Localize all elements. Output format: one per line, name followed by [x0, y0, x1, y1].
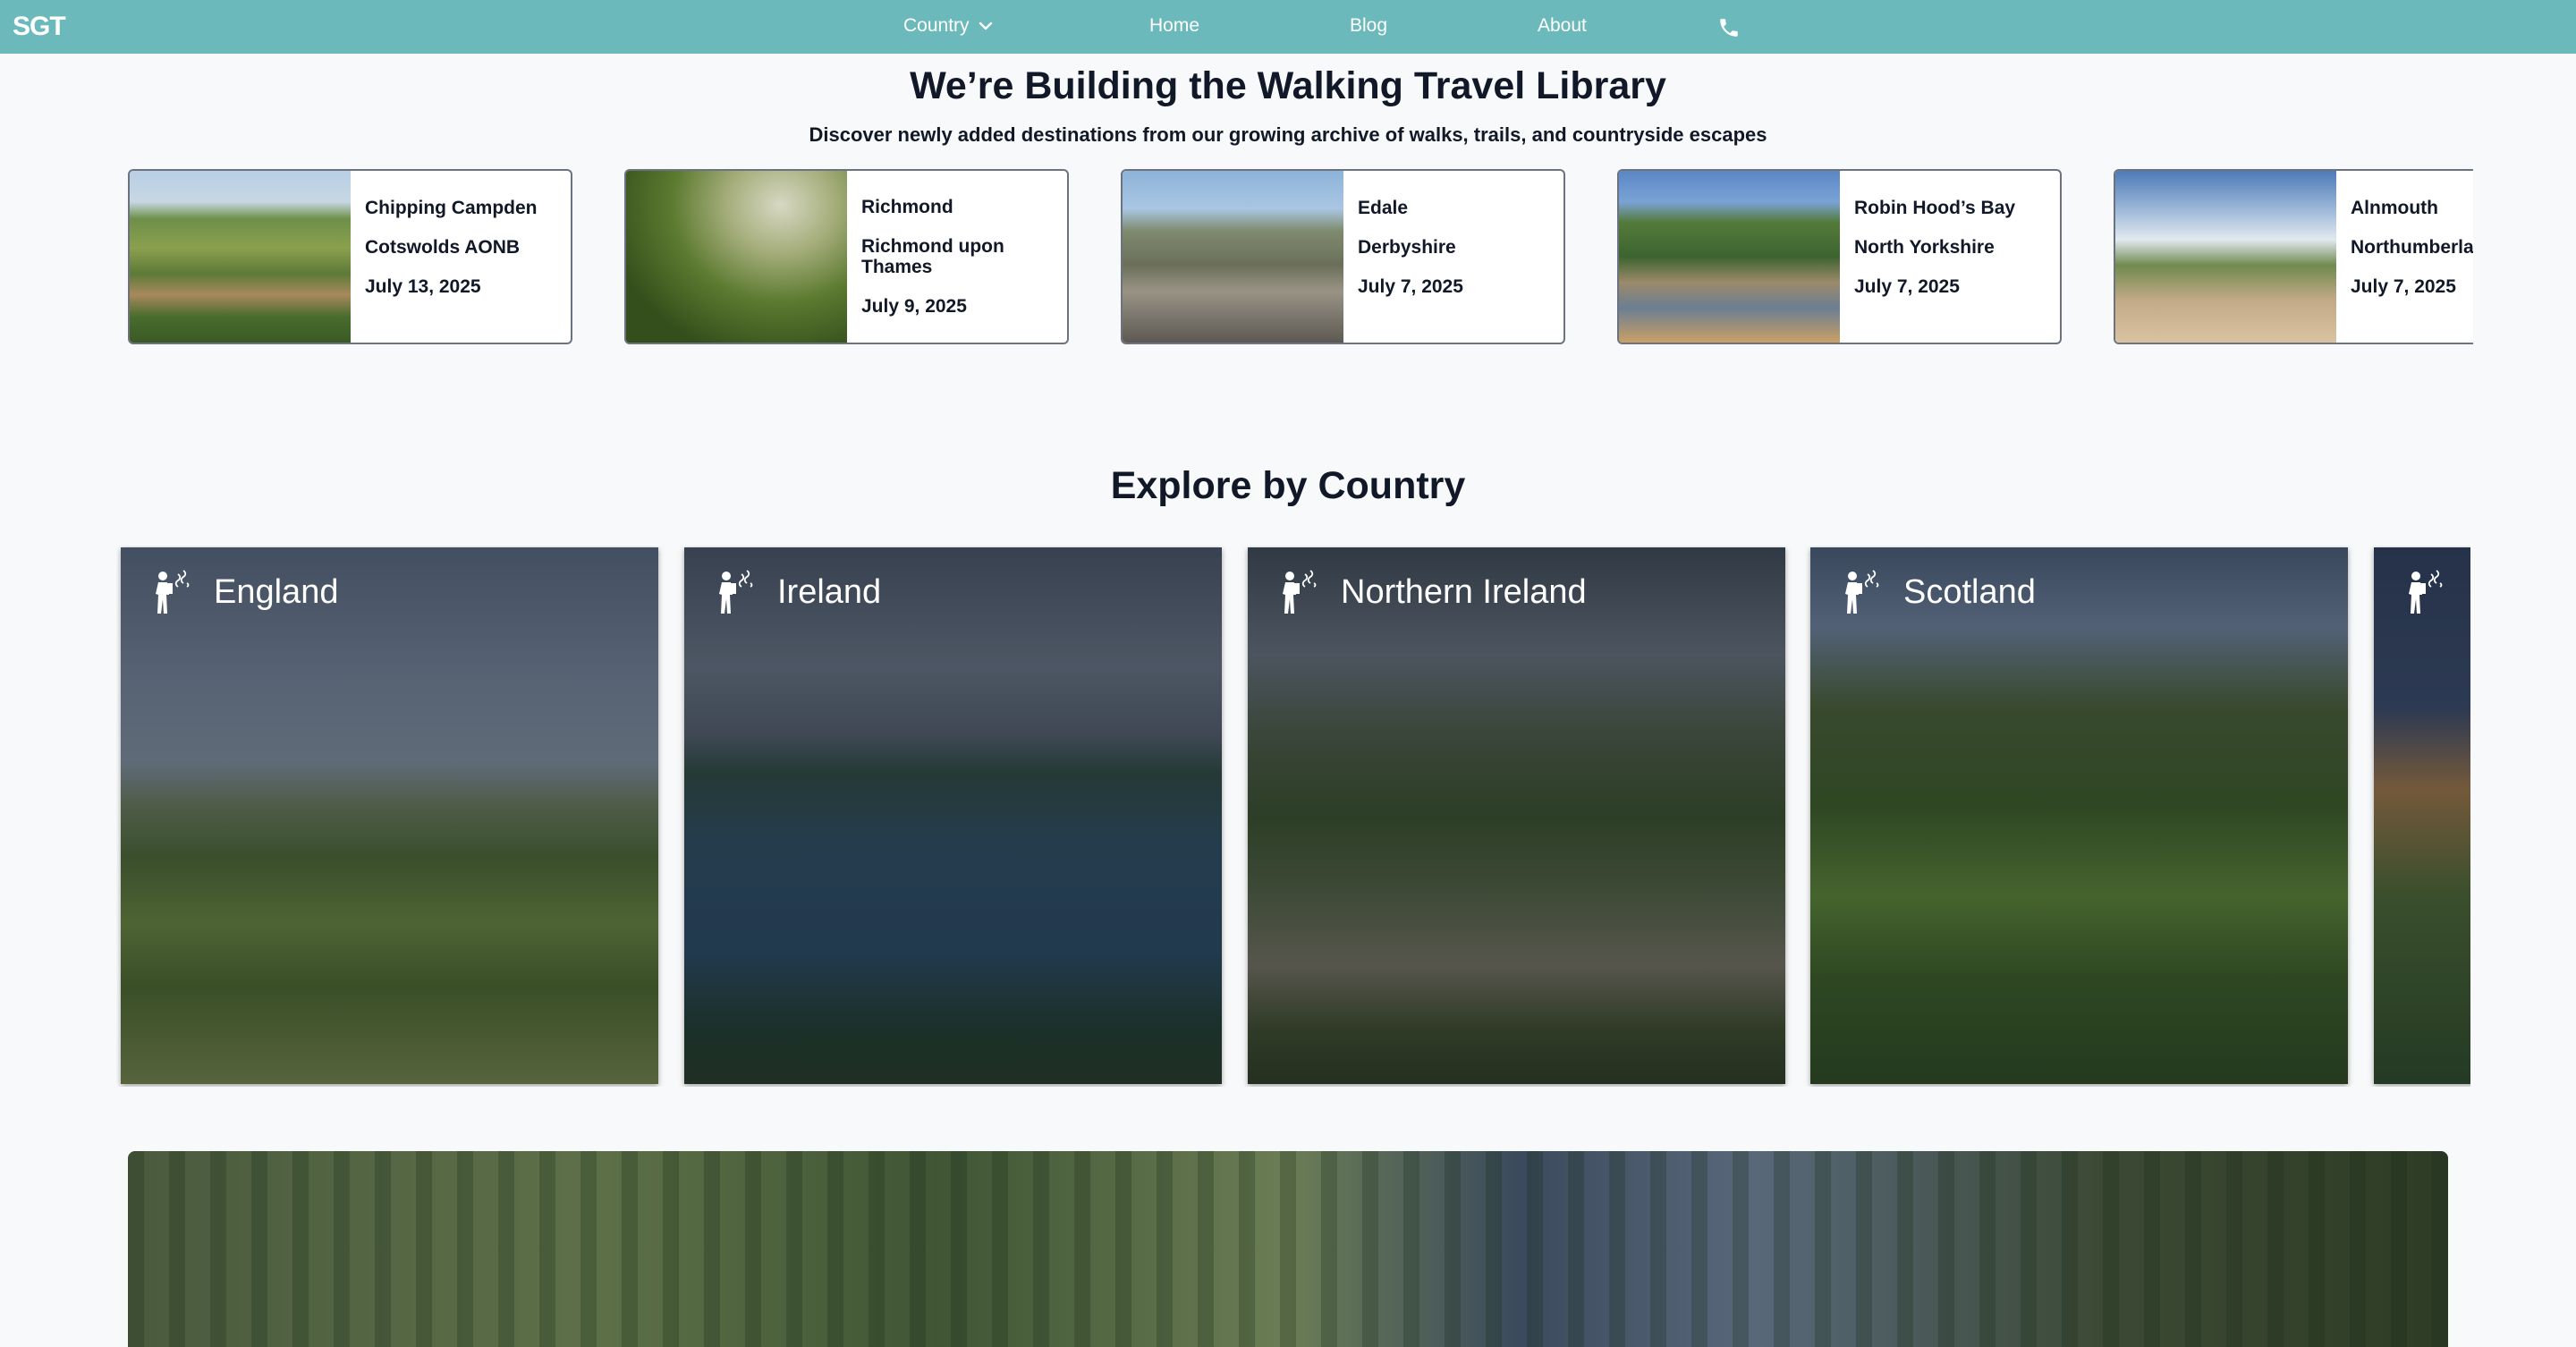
hero-title: We’re Building the Walking Travel Librar… [910, 64, 1666, 107]
country-name: Northern Ireland [1341, 572, 1587, 611]
country-name: Ireland [777, 572, 882, 611]
destination-name: Edale [1358, 198, 1409, 218]
destination-date: July 9, 2025 [861, 296, 967, 318]
country-name: England [214, 572, 339, 611]
nav-home-link[interactable]: Home [1149, 15, 1199, 37]
image-overlay [2374, 547, 2470, 1084]
destination-card[interactable]: Robin Hood’s Bay North Yorkshire July 7,… [1617, 169, 2062, 344]
destination-image [1123, 171, 1343, 343]
hiker-icon [2409, 570, 2443, 614]
country-card-northern-ireland[interactable]: Northern Ireland [1248, 547, 1785, 1084]
destination-card[interactable]: Richmond Richmond upon Thames July 9, 20… [624, 169, 1069, 344]
country-card-ireland[interactable]: Ireland [684, 547, 1222, 1084]
image-overlay [1248, 547, 1785, 1084]
country-card-partial[interactable] [2374, 547, 2470, 1084]
chevron-down-icon [979, 21, 992, 30]
destination-region: Derbyshire [1358, 237, 1456, 258]
destination-image [130, 171, 351, 343]
destination-date: July 13, 2025 [365, 276, 481, 298]
destination-name: Robin Hood’s Bay [1854, 198, 2016, 218]
nav-about-link[interactable]: About [1538, 15, 1587, 37]
phone-icon[interactable] [1717, 16, 1741, 39]
destination-date: July 7, 2025 [2351, 276, 2456, 298]
destination-card[interactable]: Edale Derbyshire July 7, 2025 [1121, 169, 1565, 344]
image-overlay [684, 547, 1222, 1084]
hiker-icon [1283, 570, 1317, 614]
image-overlay [121, 547, 658, 1084]
country-card-scotland[interactable]: Scotland [1810, 547, 2348, 1084]
destination-region: Northumberland [2351, 237, 2473, 258]
nav-blog-link[interactable]: Blog [1350, 15, 1387, 37]
hero-subtitle: Discover newly added destinations from o… [809, 123, 1767, 146]
destination-image [626, 171, 847, 343]
nav-country-dropdown[interactable]: Country [903, 15, 993, 37]
country-carousel[interactable]: England Ireland Northern Ireland Scotlan… [116, 546, 2470, 1087]
country-card-england[interactable]: England [121, 547, 658, 1084]
destination-card[interactable]: Chipping Campden Cotswolds AONB July 13,… [128, 169, 572, 344]
hero-banner-image [128, 1151, 2448, 1347]
site-logo[interactable]: SGT [13, 12, 66, 42]
destination-image [2115, 171, 2336, 343]
explore-title: Explore by Country [1110, 464, 1466, 507]
destination-date: July 7, 2025 [1358, 276, 1463, 298]
destination-name: Richmond [861, 197, 953, 217]
hiker-icon [719, 570, 753, 614]
destination-name: Chipping Campden [365, 198, 538, 218]
destination-region: Richmond upon Thames [861, 236, 1004, 278]
destination-image [1619, 171, 1840, 343]
destination-name: Alnmouth [2351, 198, 2438, 218]
image-overlay [1810, 547, 2348, 1084]
destination-carousel[interactable]: Chipping Campden Cotswolds AONB July 13,… [128, 169, 2473, 346]
nav-country-label: Country [903, 15, 970, 36]
country-name: Scotland [1903, 572, 2036, 611]
hiker-icon [156, 570, 190, 614]
hiker-icon [1845, 570, 1879, 614]
destination-region: North Yorkshire [1854, 237, 1995, 258]
destination-card[interactable]: Alnmouth Northumberland July 7, 2025 [2114, 169, 2473, 344]
destination-region: Cotswolds AONB [365, 237, 521, 258]
destination-date: July 7, 2025 [1854, 276, 1960, 298]
top-navbar: SGT Country Home Blog About [0, 0, 2576, 54]
